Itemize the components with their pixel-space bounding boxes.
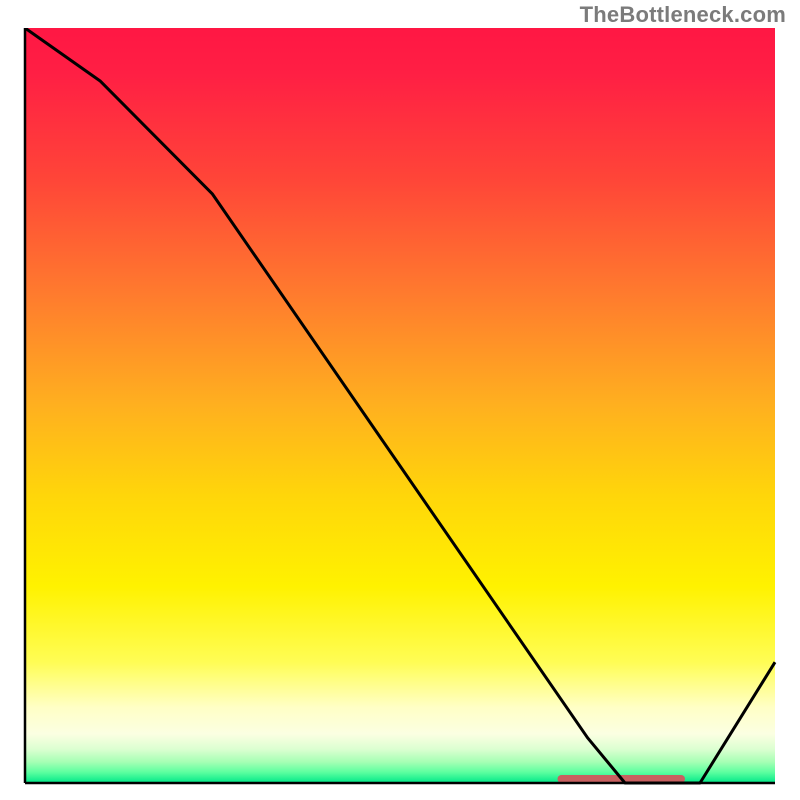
chart-layers [25, 28, 775, 783]
watermark-text: TheBottleneck.com [580, 2, 786, 28]
gradient-background [25, 28, 775, 783]
chart-stage: TheBottleneck.com [0, 0, 800, 800]
chart-plot [20, 28, 780, 788]
chart-svg [20, 28, 780, 788]
